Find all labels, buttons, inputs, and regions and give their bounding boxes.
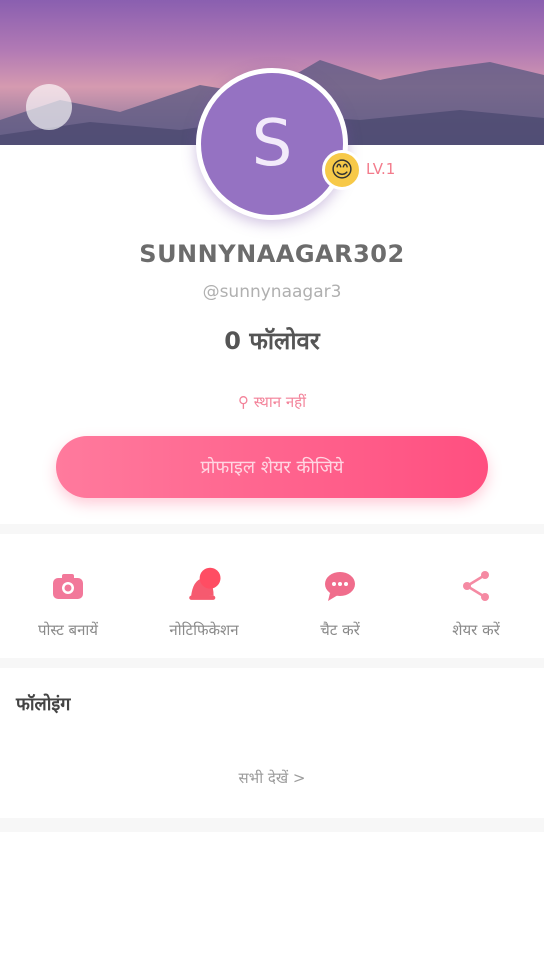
share-button[interactable]: शेयर करें [408,548,544,648]
username: SUNNYNAAGAR302 [139,240,405,268]
location-label: स्थान नहीं [253,393,307,411]
following-section-title: फॉलोइंग [16,694,71,715]
chat-label: चैट करें [320,621,360,639]
notifications-button[interactable]: नोटिफिकेशन [136,548,272,648]
divider [0,818,544,832]
level-label: LV.1 [366,160,396,178]
create-post-button[interactable]: पोस्ट बनायें [0,548,136,648]
avatar[interactable]: S [196,68,348,220]
location-text: ⚲ स्थान नहीं [0,392,544,412]
share-label: शेयर करें [452,621,500,639]
follower-count[interactable]: 0 फॉलोवर [0,324,544,357]
avatar-letter: S [251,107,293,181]
create-post-label: पोस्ट बनायें [37,621,99,639]
level-badge-icon: 😊 [322,150,362,190]
chat-button[interactable]: चैट करें [272,548,408,648]
bell-icon [184,566,224,606]
location-pin-icon: ⚲ [237,393,249,411]
user-handle: @sunnynaagar3 [202,282,342,302]
action-bar: पोस्ट बनायें नोटिफिकेशन चैट करें शेयर कर… [0,548,544,648]
divider [0,658,544,668]
notifications-label: नोटिफिकेशन [169,621,239,639]
camera-icon [48,566,88,606]
divider [0,524,544,534]
share-icon [456,566,496,606]
share-profile-button[interactable]: प्रोफाइल शेयर कीजिये [56,436,488,498]
chat-icon [320,566,360,606]
back-button[interactable] [26,84,72,130]
see-all-link[interactable]: सभी देखें > [0,768,544,788]
